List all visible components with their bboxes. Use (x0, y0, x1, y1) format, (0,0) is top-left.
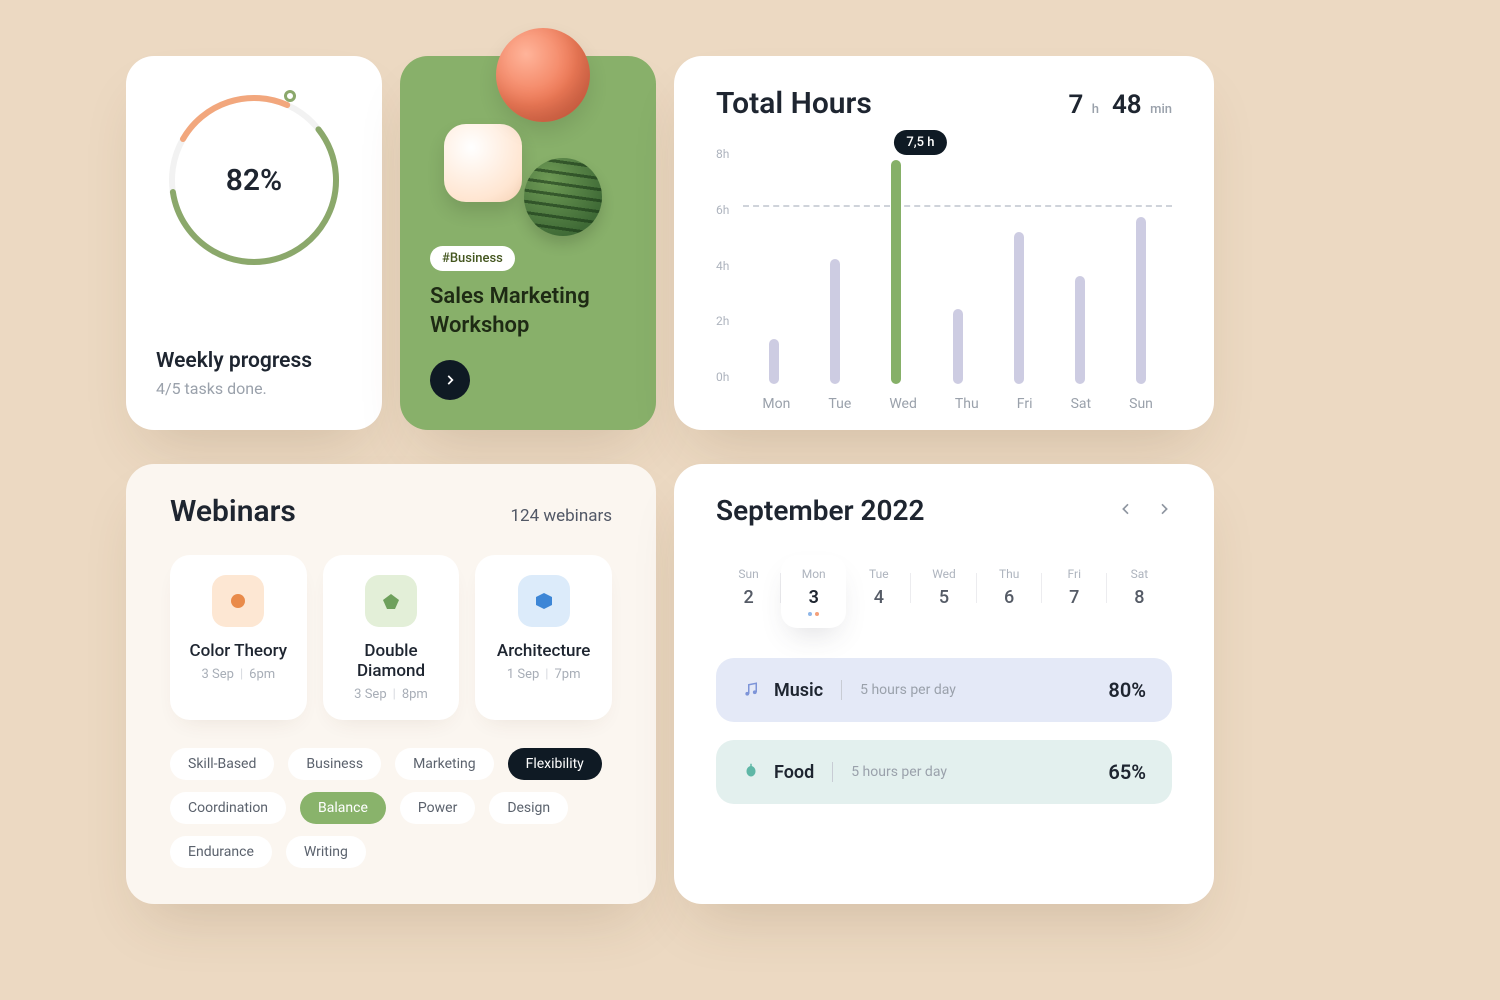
webinar-icon (365, 575, 417, 627)
day-label: Thu (977, 567, 1042, 581)
calendar-day[interactable]: Thu 6 (977, 555, 1042, 628)
workshop-illustration (430, 80, 626, 230)
day-number: 5 (939, 587, 949, 608)
day-number: 2 (743, 587, 753, 608)
chart-x-label: Tue (828, 396, 851, 412)
calendar-prev-button[interactable] (1118, 501, 1134, 521)
calendar-day[interactable]: Wed 5 (911, 555, 976, 628)
activity-sub: 5 hours per day (851, 764, 947, 780)
webinar-name: Architecture (483, 641, 604, 661)
weekly-progress-card: 82% Weekly progress 4/5 tasks done. (126, 56, 382, 430)
webinar-icon (518, 575, 570, 627)
progress-title: Weekly progress (156, 349, 352, 373)
activity-row[interactable]: Music 5 hours per day 80% (716, 658, 1172, 722)
filter-tag[interactable]: Power (400, 792, 475, 824)
filter-tag[interactable]: Coordination (170, 792, 286, 824)
day-label: Mon (781, 567, 846, 581)
webinar-meta: 3 Sep|6pm (178, 667, 299, 682)
calendar-day[interactable]: Tue 4 (846, 555, 911, 628)
activity-value: 65% (1108, 760, 1146, 784)
filter-tag[interactable]: Endurance (170, 836, 272, 868)
chart-bar[interactable] (1014, 232, 1024, 384)
cube-icon (444, 124, 522, 202)
webinar-item[interactable]: Double Diamond 3 Sep|8pm (323, 555, 460, 720)
activity-name: Food (774, 762, 814, 783)
day-number: 8 (1134, 587, 1144, 608)
calendar-day[interactable]: Sun 2 (716, 555, 781, 628)
hours-title: Total Hours (716, 86, 872, 121)
chart-bar[interactable] (953, 309, 963, 384)
workshop-tag[interactable]: #Business (430, 246, 515, 271)
chart-x-label: Fri (1017, 396, 1033, 412)
watermelon-icon (524, 158, 602, 236)
total-hours-card: Total Hours 7 h 48 min 8h6h4h2h0h 7,5 h … (674, 56, 1214, 430)
music-icon (742, 681, 760, 699)
calendar-day[interactable]: Fri 7 (1042, 555, 1107, 628)
filter-tag[interactable]: Marketing (395, 748, 494, 780)
webinar-icon (212, 575, 264, 627)
webinar-meta: 3 Sep|8pm (331, 687, 452, 702)
day-label: Sat (1107, 567, 1172, 581)
calendar-card: September 2022 Sun 2 Mon 3 Tue 4 Wed 5 (674, 464, 1214, 904)
webinars-count: 124 webinars (510, 506, 612, 526)
day-label: Tue (846, 567, 911, 581)
chart-bar[interactable] (1075, 276, 1085, 384)
filter-tag[interactable]: Writing (286, 836, 366, 868)
chevron-right-icon (1156, 501, 1172, 517)
filter-tag[interactable]: Skill-Based (170, 748, 274, 780)
chart-bar[interactable] (1136, 217, 1146, 384)
chart-x-label: Mon (762, 396, 790, 412)
progress-percent: 82% (160, 86, 348, 274)
chart-x-label: Thu (955, 396, 979, 412)
food-icon (742, 763, 760, 781)
webinar-name: Color Theory (178, 641, 299, 661)
chart-x-label: Sat (1071, 396, 1092, 412)
progress-subtitle: 4/5 tasks done. (156, 379, 352, 398)
webinar-name: Double Diamond (331, 641, 452, 681)
day-label: Wed (911, 567, 976, 581)
day-number: 6 (1004, 587, 1014, 608)
webinar-meta: 1 Sep|7pm (483, 667, 604, 682)
chart-x-label: Sun (1129, 396, 1153, 412)
chart-bar[interactable] (891, 160, 901, 384)
day-number: 4 (874, 587, 884, 608)
workshop-title: Sales Marketing Workshop (430, 283, 626, 340)
filter-tag[interactable]: Business (288, 748, 381, 780)
progress-ring: 82% (160, 86, 348, 274)
calendar-next-button[interactable] (1156, 501, 1172, 521)
balloon-icon (496, 28, 590, 122)
day-label: Fri (1042, 567, 1107, 581)
chart-x-label: Wed (889, 396, 917, 412)
workshop-open-button[interactable] (430, 360, 470, 400)
activity-sub: 5 hours per day (860, 682, 956, 698)
webinar-item[interactable]: Color Theory 3 Sep|6pm (170, 555, 307, 720)
webinar-item[interactable]: Architecture 1 Sep|7pm (475, 555, 612, 720)
day-number: 7 (1069, 587, 1079, 608)
filter-tag[interactable]: Design (489, 792, 568, 824)
chart-bar[interactable] (830, 259, 840, 384)
filter-tag[interactable]: Balance (300, 792, 386, 824)
webinars-card: Webinars 124 webinars Color Theory 3 Sep… (126, 464, 656, 904)
activity-value: 80% (1108, 678, 1146, 702)
webinars-title: Webinars (170, 494, 296, 529)
calendar-day[interactable]: Mon 3 (781, 555, 846, 628)
chart-tooltip: 7,5 h (894, 130, 946, 155)
filter-tag[interactable]: Flexibility (508, 748, 602, 780)
chevron-left-icon (1118, 501, 1134, 517)
hours-value: 7 h 48 min (1068, 90, 1172, 120)
workshop-card[interactable]: #Business Sales Marketing Workshop (400, 56, 656, 430)
calendar-title: September 2022 (716, 494, 925, 527)
hours-chart: 8h6h4h2h0h 7,5 h MonTueWedThuFriSatSun (716, 145, 1172, 412)
activity-name: Music (774, 680, 823, 701)
chart-bar[interactable] (769, 339, 779, 384)
day-number: 3 (809, 587, 819, 608)
day-label: Sun (716, 567, 781, 581)
activity-row[interactable]: Food 5 hours per day 65% (716, 740, 1172, 804)
calendar-day[interactable]: Sat 8 (1107, 555, 1172, 628)
chevron-right-icon (443, 373, 457, 387)
